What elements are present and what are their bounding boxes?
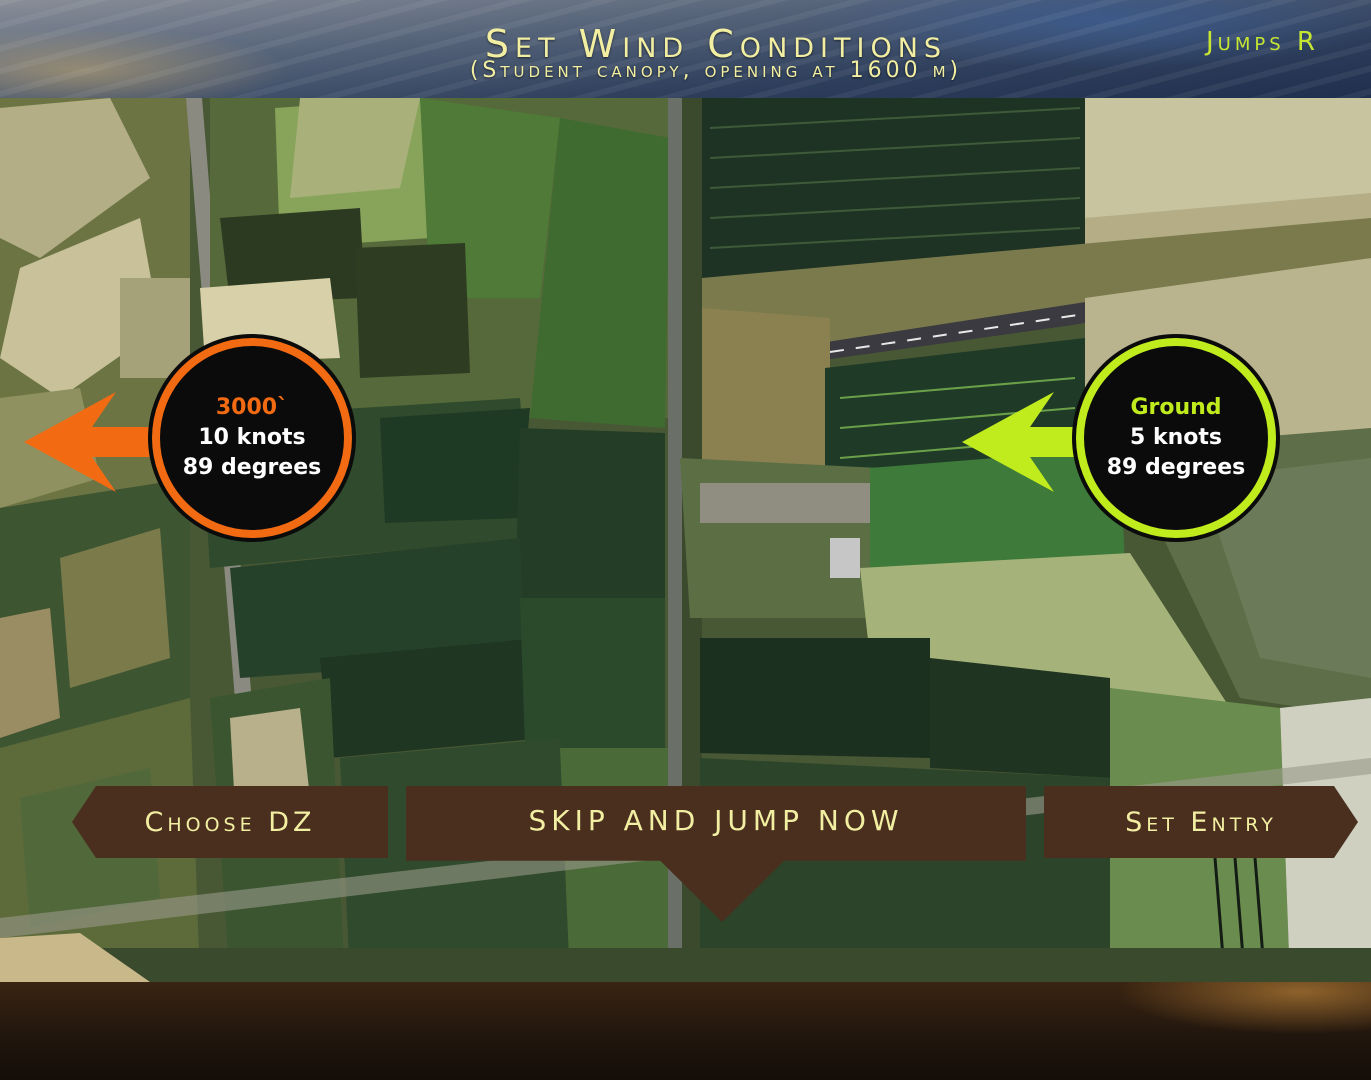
page-subtitle: (Student canopy, opening at 1600 m) [469, 58, 963, 83]
ground-wind-indicator[interactable]: Ground 5 knots 89 degrees [1076, 338, 1276, 538]
footer-band [0, 982, 1371, 1080]
jumps-record-link[interactable]: Jumps R [1206, 27, 1319, 57]
ground-wind-direction: 89 degrees [1106, 455, 1246, 480]
header-bar: Set Wind Conditions (Student canopy, ope… [0, 0, 1371, 98]
ground-wind-speed: 5 knots [1130, 425, 1222, 450]
ground-label: Ground [1130, 395, 1222, 420]
altitude-wind-arrow-icon [24, 392, 156, 492]
choose-dz-button[interactable]: Choose DZ [72, 786, 388, 858]
altitude-wind-speed: 10 knots [198, 425, 306, 450]
ground-wind-arrow-icon [962, 392, 1082, 492]
set-entry-button[interactable]: Set Entry [1044, 786, 1358, 858]
altitude-wind-indicator[interactable]: 3000` 10 knots 89 degrees [152, 338, 352, 538]
altitude-wind-direction: 89 degrees [182, 455, 322, 480]
altitude-label: 3000` [215, 395, 289, 420]
